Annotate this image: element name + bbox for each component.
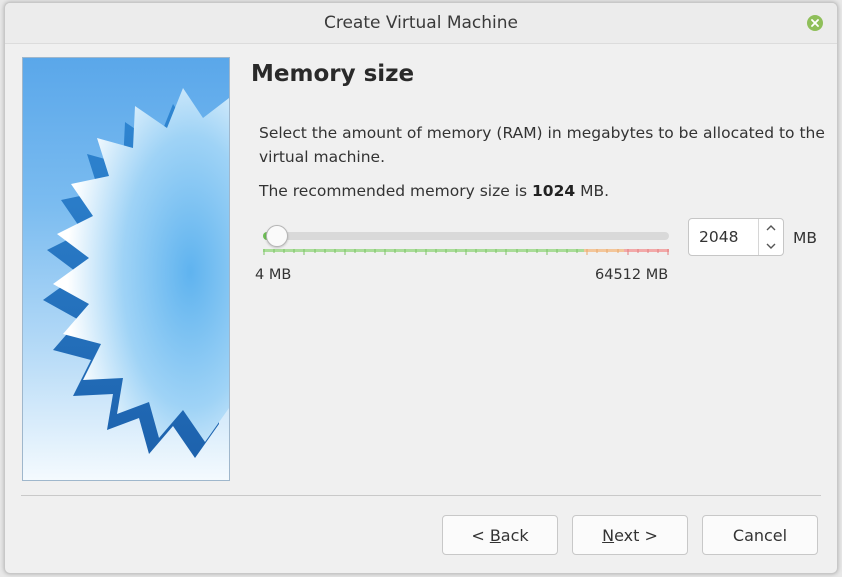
memory-spinbox[interactable]: 2048: [688, 218, 784, 256]
slider-max-label: 64512 MB: [595, 267, 669, 283]
back-button[interactable]: < Back: [442, 515, 558, 555]
dialog-window: Create Virtual Machine Memory size Selec…: [4, 2, 838, 574]
back-mnemonic: B: [489, 525, 501, 545]
spin-down-button[interactable]: [759, 237, 783, 255]
spin-up-button[interactable]: [759, 219, 783, 237]
slider-handle[interactable]: [266, 225, 288, 247]
close-button[interactable]: [807, 15, 823, 31]
slider-min-label: 4 MB: [255, 267, 292, 283]
recommended-memory-value: 1024: [532, 182, 576, 200]
recommended-memory-text: The recommended memory size is 1024 MB.: [259, 182, 609, 200]
title-bar[interactable]: Create Virtual Machine: [5, 3, 837, 44]
button-separator: [21, 495, 821, 496]
back-rest: ack: [500, 525, 529, 545]
recommend-suffix: MB.: [575, 182, 610, 200]
next-mnemonic: N: [602, 525, 615, 545]
back-prefix: <: [471, 525, 490, 545]
slider-track[interactable]: [263, 232, 669, 240]
memory-slider[interactable]: [263, 225, 669, 259]
memory-unit-label: MB: [793, 229, 818, 247]
starburst-graphic: [43, 88, 229, 458]
chevron-up-icon: [766, 225, 776, 231]
page-title: Memory size: [251, 61, 415, 87]
chevron-down-icon: [766, 243, 776, 249]
window-title: Create Virtual Machine: [323, 13, 518, 33]
spin-buttons: [758, 219, 783, 255]
page-description: Select the amount of memory (RAM) in meg…: [259, 124, 825, 166]
next-button[interactable]: Next >: [572, 515, 688, 555]
close-icon: [811, 19, 819, 27]
next-rest: ext >: [614, 525, 658, 545]
memory-value-input[interactable]: 2048: [699, 219, 738, 255]
cancel-button[interactable]: Cancel: [702, 515, 818, 555]
wizard-side-image: [22, 57, 230, 481]
slider-ticks: [263, 249, 669, 255]
slider-scale: [263, 249, 669, 255]
recommend-prefix: The recommended memory size is: [259, 182, 533, 200]
